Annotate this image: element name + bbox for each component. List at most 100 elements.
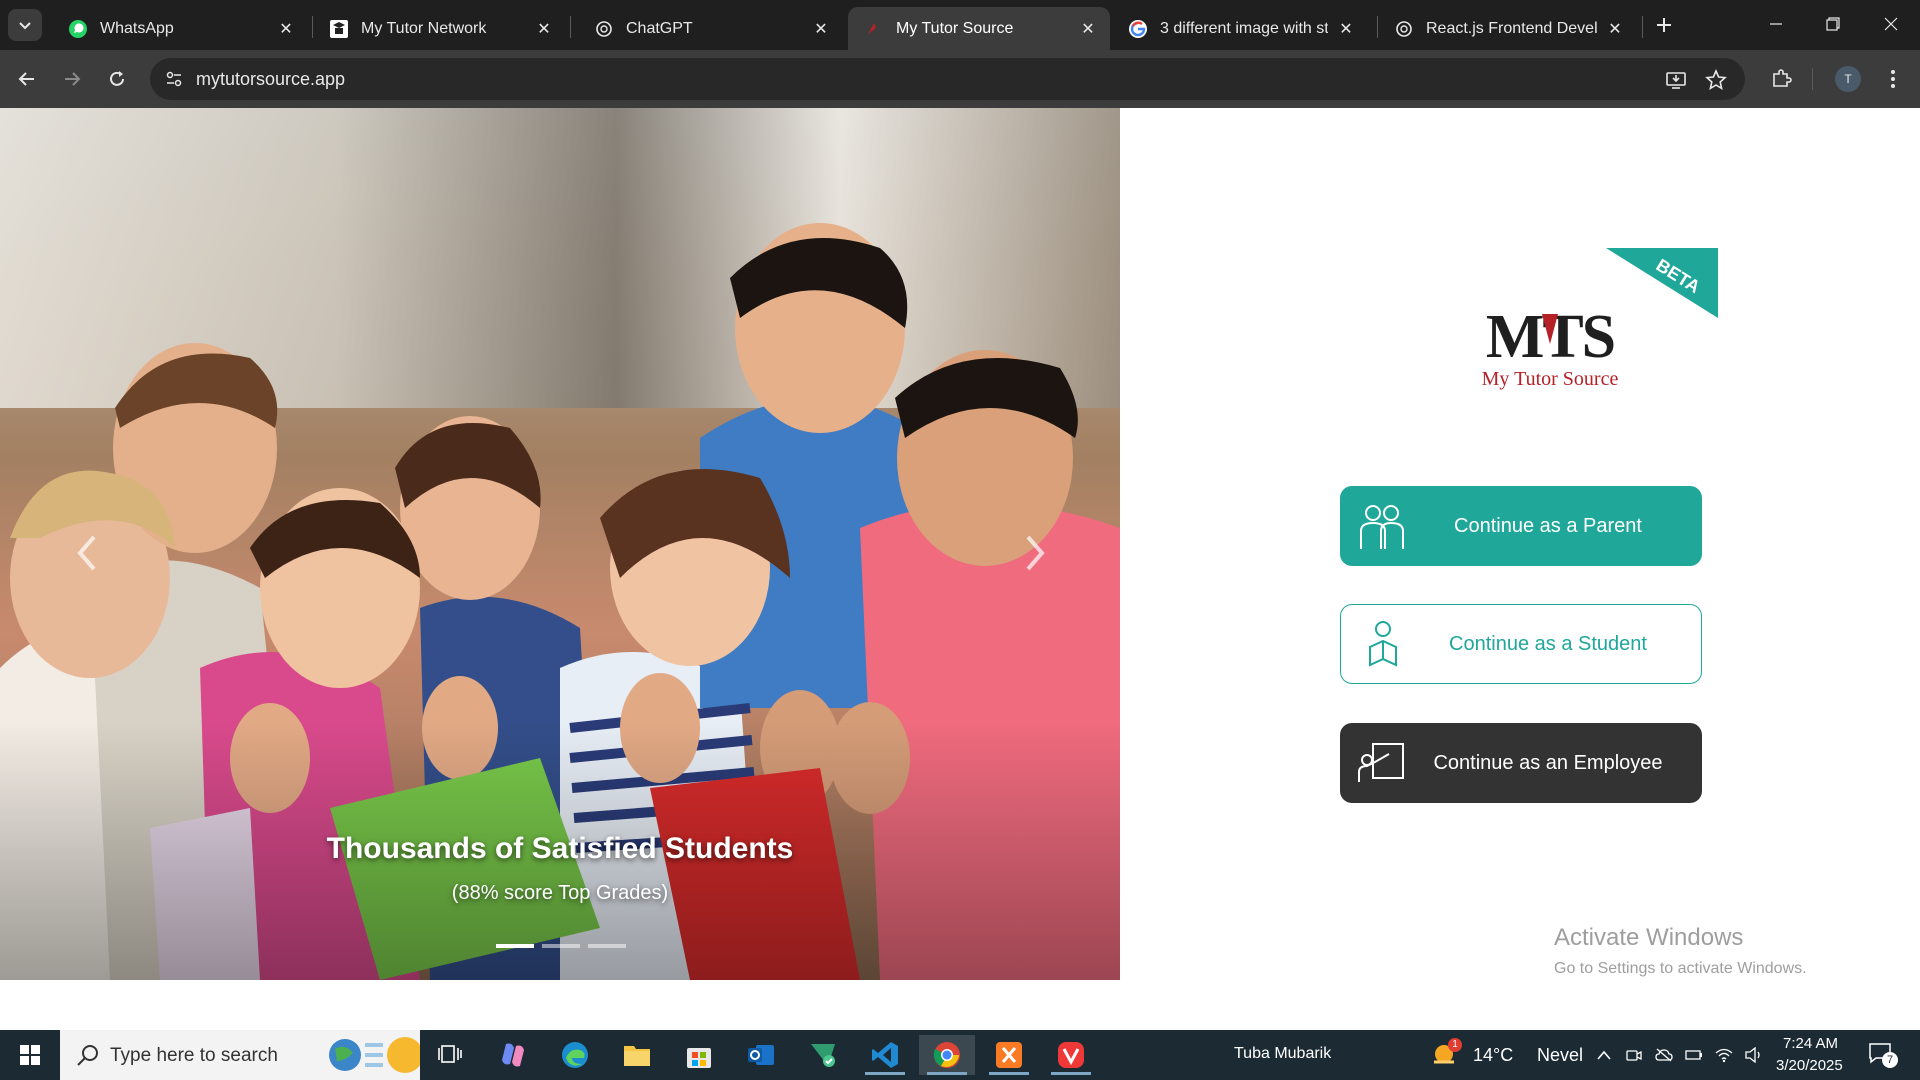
battery-tray[interactable] (1684, 1045, 1704, 1065)
xampp-icon (996, 1042, 1022, 1068)
page-content: Thousands of Satisfied Students (88% sco… (0, 108, 1920, 1030)
hero-carousel: Thousands of Satisfied Students (88% sco… (0, 108, 1120, 980)
close-icon[interactable]: ✕ (534, 19, 554, 39)
notification-center-button[interactable]: 7 (1868, 1042, 1898, 1070)
browser-tab-strip: WhatsApp ✕ My Tutor Network ✕ ChatGPT ✕ … (0, 0, 1920, 50)
openai-icon (1394, 19, 1414, 39)
copilot-icon (502, 1043, 524, 1067)
tab-search-button[interactable] (8, 9, 42, 41)
google-icon (1128, 19, 1148, 39)
task-view-icon (438, 1045, 462, 1063)
tab-title: ChatGPT (626, 19, 693, 37)
extensions-button[interactable] (1764, 62, 1798, 96)
tab-react-frontend[interactable]: React.js Frontend Develop ✕ (1378, 7, 1637, 50)
browser-toolbar: mytutorsource.app T (0, 50, 1920, 108)
close-window-button[interactable] (1868, 8, 1914, 40)
install-app-icon[interactable] (1663, 67, 1689, 93)
close-icon[interactable]: ✕ (1336, 19, 1356, 39)
tab-my-tutor-source[interactable]: My Tutor Source ✕ (848, 7, 1110, 50)
parents-icon (1354, 498, 1410, 554)
copilot-app[interactable] (485, 1035, 541, 1075)
forward-button[interactable] (55, 62, 89, 96)
vivaldi-app[interactable] (1043, 1035, 1099, 1075)
continue-as-student-button[interactable]: Continue as a Student (1340, 604, 1702, 684)
site-info-icon[interactable] (162, 67, 186, 91)
network-tray[interactable] (1714, 1045, 1734, 1065)
meet-now-tray[interactable] (1624, 1045, 1644, 1065)
new-tab-button[interactable] (1650, 11, 1678, 39)
search-highlight-icon (329, 1037, 420, 1073)
logo-subtitle: My Tutor Source (1481, 368, 1619, 390)
carousel-prev-button[interactable] (66, 528, 106, 578)
close-icon[interactable]: ✕ (276, 19, 296, 39)
chrome-icon (933, 1042, 960, 1068)
arrow-right-icon (65, 72, 81, 86)
url-text[interactable]: mytutorsource.app (196, 69, 345, 90)
plus-icon (1657, 18, 1671, 32)
taskbar-search-box[interactable]: Type here to search (60, 1030, 420, 1080)
xampp-app[interactable] (981, 1035, 1037, 1075)
bookmark-star-icon[interactable] (1703, 67, 1729, 93)
carousel-indicator[interactable] (496, 944, 534, 948)
edge-app[interactable] (547, 1035, 603, 1075)
outlook-app[interactable] (733, 1035, 789, 1075)
search-placeholder: Type here to search (110, 1045, 278, 1066)
weather-temperature[interactable]: 14°C (1473, 1045, 1513, 1066)
windows-logo-icon (20, 1045, 40, 1065)
weather-condition[interactable]: Nevel (1537, 1045, 1583, 1066)
profile-avatar[interactable]: T (1835, 66, 1861, 92)
tab-my-tutor-network[interactable]: My Tutor Network ✕ (313, 7, 566, 50)
close-icon[interactable]: ✕ (811, 19, 831, 39)
close-icon (1884, 17, 1898, 31)
continue-as-employee-button[interactable]: Continue as an Employee (1340, 723, 1702, 803)
search-icon (77, 1045, 98, 1066)
arrow-left-icon (18, 72, 34, 86)
close-icon[interactable]: ✕ (1605, 19, 1625, 39)
chrome-app[interactable] (919, 1035, 975, 1075)
back-button[interactable] (10, 62, 44, 96)
minimize-icon (1770, 23, 1782, 25)
restore-button[interactable] (1810, 8, 1856, 40)
volume-tray[interactable] (1744, 1045, 1764, 1065)
tutor-network-icon (329, 19, 349, 39)
close-icon[interactable]: ✕ (1078, 19, 1098, 39)
tab-chatgpt[interactable]: ChatGPT ✕ (578, 7, 843, 50)
carousel-indicator[interactable] (542, 944, 580, 948)
vscode-icon (872, 1042, 898, 1068)
task-view-button[interactable] (422, 1035, 478, 1075)
continue-as-parent-button[interactable]: Continue as a Parent (1340, 486, 1702, 566)
tab-whatsapp[interactable]: WhatsApp ✕ (52, 7, 308, 50)
activate-windows-watermark: Activate Windows Go to Settings to activ… (1554, 924, 1807, 978)
teacher-board-icon (1354, 735, 1410, 791)
tab-google-search[interactable]: 3 different image with stud ✕ (1112, 7, 1368, 50)
carousel-next-button[interactable] (1016, 528, 1056, 578)
clock-time[interactable]: 7:24 AM (1783, 1035, 1838, 1052)
browser-menu-button[interactable] (1876, 62, 1910, 96)
chevron-down-icon (19, 22, 31, 30)
start-button[interactable] (0, 1030, 60, 1080)
windows-taskbar: Type here to search Tuba Mubarik 1 14°C … (0, 1030, 1920, 1080)
show-hidden-icons-button[interactable] (1594, 1045, 1614, 1065)
pen-nib-icon (1542, 314, 1558, 344)
vscode-app[interactable] (857, 1035, 913, 1075)
chevron-right-icon (1026, 535, 1045, 571)
student-reading-icon (1355, 616, 1411, 672)
vivaldi-icon (1058, 1042, 1084, 1068)
reload-button[interactable] (100, 62, 134, 96)
file-explorer-app[interactable] (609, 1035, 665, 1075)
minimize-button[interactable] (1753, 8, 1799, 40)
carousel-indicator[interactable] (588, 944, 626, 948)
tab-separator (570, 16, 571, 38)
onedrive-tray[interactable] (1654, 1045, 1674, 1065)
weather-alert-badge: 1 (1448, 1038, 1462, 1052)
clock-date[interactable]: 3/20/2025 (1776, 1057, 1843, 1074)
carousel-caption-subtitle: (88% score Top Grades) (451, 882, 669, 904)
greenshot-app[interactable] (795, 1035, 851, 1075)
edge-icon (562, 1042, 588, 1068)
address-bar[interactable]: mytutorsource.app (150, 58, 1745, 100)
microsoft-store-app[interactable] (671, 1035, 727, 1075)
cloud-off-icon (1655, 1048, 1673, 1062)
battery-icon (1685, 1050, 1702, 1060)
carousel-indicators (496, 944, 626, 948)
weather-widget[interactable]: 1 (1430, 1038, 1462, 1070)
